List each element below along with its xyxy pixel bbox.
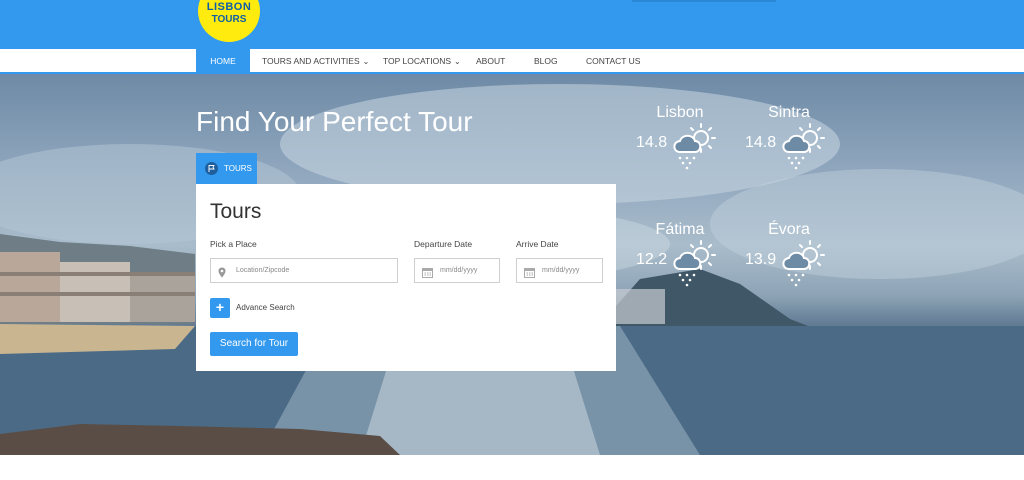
advanced-search-toggle[interactable]: + xyxy=(210,298,230,318)
logo-text-line3: TOURS xyxy=(211,14,247,25)
arrive-label: Arrive Date xyxy=(516,239,559,249)
site-logo[interactable]: LISBON TOURS xyxy=(198,0,260,42)
rain-sun-icon xyxy=(782,123,825,170)
tab-tours-label: TOURS xyxy=(224,164,252,173)
location-input[interactable]: Location/Zipcode xyxy=(210,258,398,283)
search-panel: Tours Pick a Place Location/Zipcode Depa… xyxy=(196,184,616,371)
departure-placeholder: mm/dd/yyyy xyxy=(440,267,478,274)
calendar-icon xyxy=(422,265,433,283)
nav-item-contact-us[interactable]: CONTACT US xyxy=(586,49,640,74)
flag-icon xyxy=(205,162,218,175)
chevron-down-icon: ⌄ xyxy=(454,57,461,66)
nav-label-top-locations: TOP LOCATIONS xyxy=(383,56,452,66)
nav-item-tours-and-activities[interactable]: TOURS AND ACTIVITIES ⌄ xyxy=(262,49,369,74)
nav-label-about: ABOUT xyxy=(476,56,506,66)
main-nav: HOME TOURS AND ACTIVITIES ⌄ TOP LOCATIONS… xyxy=(0,49,1024,74)
nav-label-contact-us: CONTACT US xyxy=(586,56,641,66)
departure-date-input[interactable]: mm/dd/yyyy xyxy=(414,258,500,283)
nav-item-about[interactable]: ABOUT xyxy=(476,49,505,74)
location-placeholder: Location/Zipcode xyxy=(236,267,290,274)
panel-title: Tours xyxy=(210,200,262,223)
weather-lisbon: Lisbon 14.8 xyxy=(625,104,735,184)
departure-label: Departure Date xyxy=(414,239,473,249)
tab-tours[interactable]: TOURS xyxy=(196,153,257,184)
advanced-search-label[interactable]: Advance Search xyxy=(236,303,295,312)
search-for-tour-button[interactable]: Search for Tour xyxy=(210,332,298,356)
nav-label-tours-and-activities: TOURS AND ACTIVITIES xyxy=(262,56,360,66)
chevron-down-icon: ⌄ xyxy=(362,57,370,66)
rain-sun-icon xyxy=(673,240,716,287)
weather-evora: Évora 13.9 xyxy=(734,221,844,301)
header-accent-line xyxy=(632,0,776,2)
arrive-placeholder: mm/dd/yyyy xyxy=(542,267,580,274)
plus-icon: + xyxy=(215,299,225,315)
nav-item-home[interactable]: HOME xyxy=(196,49,250,74)
rain-sun-icon xyxy=(782,240,825,287)
top-header: LISBON TOURS xyxy=(0,0,1024,49)
logo-text-line1: LISBON xyxy=(206,1,252,13)
calendar-icon xyxy=(524,265,535,283)
nav-label-blog: BLOG xyxy=(534,56,558,66)
hero-banner: Find Your Perfect Tour TOURS Tours Pick … xyxy=(0,74,1024,455)
weather-fatima: Fátima 12.2 xyxy=(625,221,735,301)
nav-item-top-locations[interactable]: TOP LOCATIONS ⌄ xyxy=(383,49,461,74)
weather-sintra: Sintra 14.8 xyxy=(734,104,844,184)
nav-item-blog[interactable]: BLOG xyxy=(534,49,558,74)
hero-title: Find Your Perfect Tour xyxy=(196,106,473,137)
page: LISBON TOURS HOME TOURS AND ACTIVITIES ⌄ … xyxy=(0,0,1024,480)
arrive-date-input[interactable]: mm/dd/yyyy xyxy=(516,258,603,283)
rain-sun-icon xyxy=(673,123,716,170)
nav-label-home: HOME xyxy=(210,56,236,66)
page-body xyxy=(0,455,1024,480)
place-label: Pick a Place xyxy=(210,239,257,249)
map-pin-icon xyxy=(218,265,226,283)
